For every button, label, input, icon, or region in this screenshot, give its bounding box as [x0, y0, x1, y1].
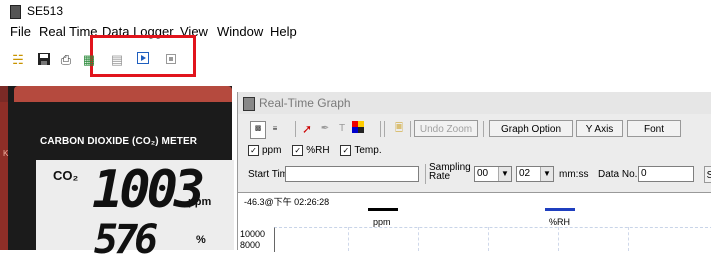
device-label: CARBON DIOXIDE (CO₂) METER — [40, 136, 198, 147]
real-time-graph-window: Real-Time Graph ▩ ≡ ➚ ✒ T 🗏 Undo Zoom Gr… — [237, 92, 711, 252]
device-rim — [14, 86, 232, 102]
app-icon — [10, 5, 21, 19]
play-icon[interactable] — [135, 52, 151, 68]
temp-checkbox-label: Temp. — [354, 145, 382, 156]
sampling-seconds-value: 02 — [519, 168, 531, 179]
sampling-unit: mm:ss — [559, 169, 589, 180]
open-folder-icon[interactable]: ☵ — [10, 52, 26, 68]
ppm-checkbox[interactable]: ✓ — [248, 145, 259, 156]
rh-checkbox-label: %RH — [306, 145, 330, 156]
pointer-icon[interactable]: ➚ — [300, 121, 314, 137]
rt-window-icon — [243, 97, 255, 111]
sampling-minutes-value: 00 — [477, 168, 489, 179]
toolbar-separator — [410, 121, 411, 137]
legend-ppm-line — [368, 208, 398, 211]
field-separator — [425, 164, 426, 184]
new-document-icon[interactable]: 🗏 — [392, 121, 406, 137]
toolbar-separator — [483, 121, 484, 137]
stop-icon[interactable] — [163, 52, 179, 68]
sampling-row: Start Time Sampling Rate 00 ▼ 02 ▼ mm:ss… — [238, 162, 711, 184]
chart-icon[interactable]: ▤ — [109, 52, 125, 68]
meter-device-image: K CARBON DIOXIDE (CO₂) METER CO₂ 1003 pp… — [0, 86, 234, 260]
plot-area[interactable] — [274, 227, 711, 252]
text-tool-icon[interactable]: T — [335, 121, 349, 137]
menu-real-time[interactable]: Real Time — [39, 24, 98, 39]
grid-line — [348, 227, 350, 251]
rt-toolbar: ▩ ≡ ➚ ✒ T 🗏 Undo Zoom Graph Option Y Axi… — [238, 118, 711, 140]
app-title: SE513 — [27, 4, 64, 18]
graph-area[interactable]: -46.3@下午 02:26:28 ppm %RH 10000 8000 — [238, 192, 711, 252]
menu-help[interactable]: Help — [270, 24, 297, 39]
grid-line — [488, 227, 490, 251]
data-no-label: Data No. — [598, 169, 638, 180]
temp-checkbox[interactable]: ✓ — [340, 145, 352, 156]
graph-timestamp: -46.3@下午 02:26:28 — [244, 197, 330, 207]
grid-line — [418, 227, 420, 251]
printer-setup-icon[interactable]: ▦ — [81, 52, 97, 68]
save-icon[interactable] — [36, 52, 52, 68]
lcd-main-reading: 1003 — [92, 160, 205, 220]
print-icon[interactable]: ⎙ — [58, 52, 74, 68]
rt-title-bar: Real-Time Graph — [238, 92, 711, 114]
y-axis-button[interactable]: Y Axis — [576, 120, 623, 137]
sampling-seconds-select[interactable]: 02 ▼ — [516, 166, 554, 182]
start-button[interactable]: S — [704, 166, 711, 183]
lcd-main-unit: ppm — [188, 196, 212, 208]
toolbar-separator — [384, 121, 385, 137]
menu-window[interactable]: Window — [217, 24, 263, 39]
rt-title: Real-Time Graph — [259, 96, 351, 110]
y-tick-label: 10000 — [240, 229, 266, 239]
color-palette-icon[interactable] — [351, 121, 365, 137]
menu-file[interactable]: File — [10, 24, 31, 39]
font-button[interactable]: Font — [627, 120, 681, 137]
graph-option-button[interactable]: Graph Option — [489, 120, 573, 137]
rh-checkbox[interactable]: ✓ — [292, 145, 304, 156]
menu-bar: File Real Time Data Logger View Window H… — [0, 22, 711, 77]
undo-zoom-button[interactable]: Undo Zoom — [414, 120, 478, 137]
y-tick-label: 8000 — [240, 240, 261, 250]
data-no-input[interactable]: 0 — [638, 166, 694, 182]
chevron-down-icon[interactable]: ▼ — [540, 167, 553, 181]
sampling-rate-label: Sampling Rate — [429, 163, 471, 182]
sampling-label-line2: Rate — [429, 171, 451, 182]
pen-icon[interactable]: ✒ — [318, 121, 332, 137]
start-time-input[interactable] — [285, 166, 419, 182]
legend-rh-line — [545, 208, 575, 211]
lcd-second-unit: % — [196, 234, 206, 246]
lcd-co2-label: CO₂ — [53, 168, 79, 183]
ppm-checkbox-label: ppm — [262, 145, 282, 156]
series-checkboxes: ✓ ppm ✓ %RH ✓ Temp. — [248, 145, 390, 156]
device-side — [0, 102, 8, 250]
grid-line — [628, 227, 630, 251]
legend-ppm-label: ppm — [373, 217, 391, 227]
legend-rh-label: %RH — [549, 217, 571, 227]
grid-view-icon[interactable]: ▩ — [250, 121, 266, 139]
lcd-display: CO₂ 1003 ppm 576 % — [36, 160, 234, 260]
title-bar: SE513 — [0, 0, 711, 22]
scale-icon[interactable]: ≡ — [268, 121, 282, 137]
lcd-second-reading: 576 — [94, 217, 158, 263]
toolbar-separator — [380, 121, 381, 137]
chevron-down-icon[interactable]: ▼ — [498, 167, 511, 181]
sampling-minutes-select[interactable]: 00 ▼ — [474, 166, 512, 182]
main-toolbar: ☵ ⎙ ▦ ▤ — [0, 48, 711, 72]
grid-line — [558, 227, 560, 251]
toolbar-separator — [295, 121, 296, 137]
device-side-mark: K — [3, 149, 9, 158]
